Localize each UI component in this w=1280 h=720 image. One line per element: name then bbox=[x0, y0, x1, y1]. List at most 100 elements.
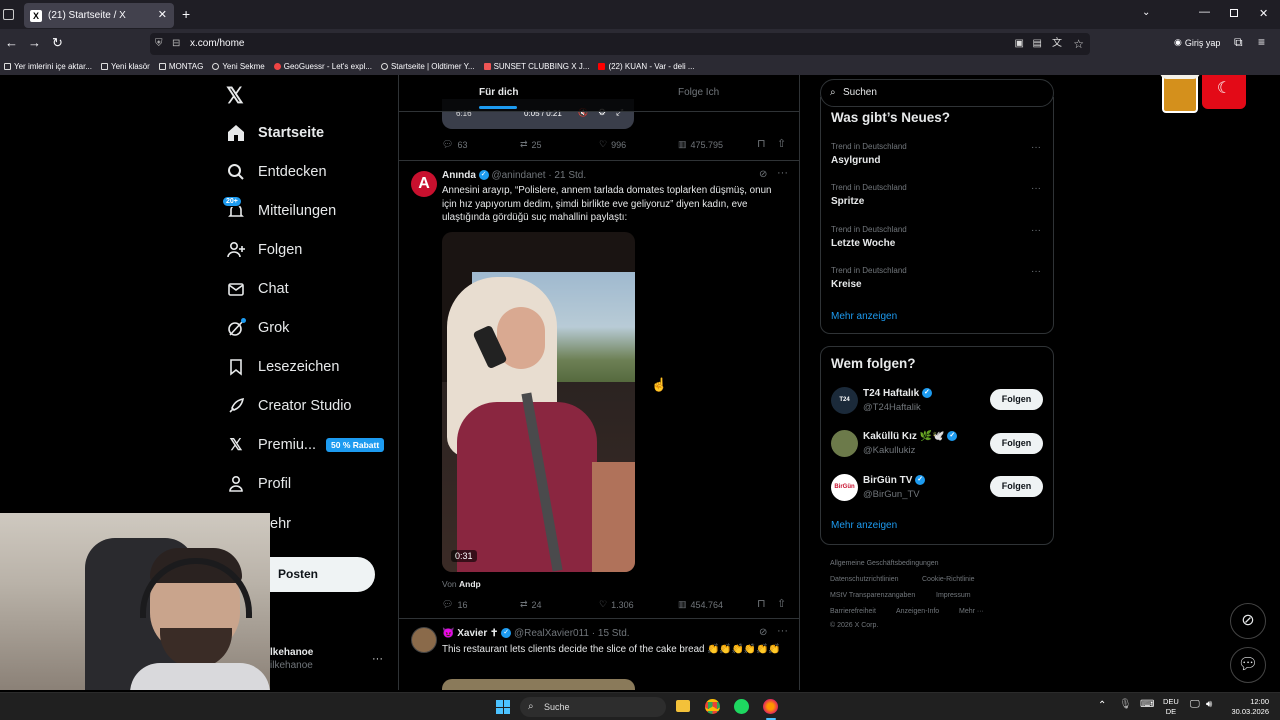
footer-link-imprint[interactable]: Impressum bbox=[936, 592, 971, 599]
trend-item[interactable]: Letzte Woche bbox=[831, 238, 895, 249]
bookmark-kuan[interactable]: (22) KUAN - Var - deli ... bbox=[598, 62, 695, 71]
reply-count[interactable]: 💬︎ 16 bbox=[442, 599, 467, 610]
chrome-icon[interactable] bbox=[705, 699, 720, 714]
view-count[interactable]: ▥ 454.764 bbox=[678, 599, 723, 610]
minimize-icon[interactable]: — bbox=[1199, 6, 1210, 18]
clock[interactable]: 12:00 30.03.2026 bbox=[1225, 697, 1269, 717]
more-dots-icon[interactable]: ··· bbox=[372, 653, 383, 665]
tab-for-you[interactable]: Für dich bbox=[479, 87, 518, 109]
bookmark-montag[interactable]: MONTAG bbox=[158, 62, 203, 71]
trend-more-icon[interactable]: ··· bbox=[1031, 225, 1041, 236]
tweet-video[interactable]: 0:31 bbox=[442, 232, 635, 572]
pip-icon[interactable]: ▣ bbox=[1015, 33, 1024, 55]
tweet-realxavier[interactable]: 😈 Xavier ✝ ✓ @RealXavier011 · 15 Std. ⊘ … bbox=[399, 619, 799, 690]
trend-item[interactable]: Asylgrund bbox=[831, 155, 880, 166]
nav-profile[interactable]: Profil bbox=[226, 474, 291, 494]
prev-repost-count[interactable]: ⇄ 25 bbox=[520, 139, 542, 150]
network-icon[interactable]: 🖵︎ bbox=[1190, 699, 1200, 710]
tweet-image[interactable] bbox=[442, 679, 635, 690]
bookmark-import[interactable]: Yer imlerini içe aktar... bbox=[4, 62, 92, 71]
bookmark-new-tab[interactable]: Yeni Sekme bbox=[212, 62, 265, 71]
nav-notifications[interactable]: 20+ Mitteilungen bbox=[222, 196, 336, 221]
volume-icon[interactable]: 🔊︎ bbox=[1206, 699, 1212, 710]
prev-like-count[interactable]: ♡ 996 bbox=[599, 139, 626, 150]
nav-more[interactable]: ehr bbox=[270, 516, 291, 532]
grok-tweet-icon[interactable]: ⊘ bbox=[759, 169, 767, 180]
repost-count[interactable]: ⇄ 24 bbox=[520, 599, 542, 610]
messages-float-button[interactable]: 💬︎ bbox=[1230, 647, 1266, 683]
follow-show-more[interactable]: Mehr anzeigen bbox=[831, 520, 897, 531]
account-switcher[interactable]: lkehanoe ilkehanoe ··· bbox=[270, 647, 385, 677]
file-explorer-icon[interactable] bbox=[676, 700, 690, 712]
star-icon[interactable]: ☆ bbox=[1073, 33, 1084, 55]
prev-reply-count[interactable]: 💬︎ 63 bbox=[442, 139, 467, 150]
nav-creator-studio[interactable]: Creator Studio bbox=[226, 396, 352, 416]
author-name[interactable]: Anında bbox=[442, 170, 476, 181]
forward-icon[interactable]: → bbox=[28, 35, 41, 50]
language-indicator[interactable]: DEU DE bbox=[1163, 697, 1179, 717]
tab-overflow-chevron-icon[interactable]: ⌄ bbox=[1142, 7, 1150, 18]
prev-view-count[interactable]: ▥ 475.795 bbox=[678, 139, 723, 150]
reload-icon[interactable]: ↻ bbox=[52, 35, 63, 51]
tweet-anindanet[interactable]: A Anında ✓ @anindanet · 21 Std. ⊘ ··· An… bbox=[399, 161, 799, 616]
nav-bookmarks[interactable]: Lesezeichen bbox=[226, 357, 339, 377]
footer-link-ads-info[interactable]: Anzeigen-Info bbox=[896, 608, 939, 615]
trend-item[interactable]: Spritze bbox=[831, 196, 864, 207]
follow-button[interactable]: Folgen bbox=[990, 389, 1043, 410]
taskbar-search[interactable]: ⌕ Suche bbox=[520, 697, 666, 717]
tweet-time[interactable]: · 15 Std. bbox=[592, 628, 630, 639]
footer-link-more[interactable]: Mehr ··· bbox=[959, 608, 984, 615]
prev-bookmark-icon[interactable]: ⊓ bbox=[757, 137, 766, 150]
follow-button[interactable]: Folgen bbox=[990, 433, 1043, 454]
footer-link-privacy[interactable]: Datenschutzrichtlinien bbox=[830, 576, 898, 583]
tray-chevron-icon[interactable]: ⌃ bbox=[1098, 700, 1106, 711]
follow-button[interactable]: Folgen bbox=[990, 476, 1043, 497]
account-button[interactable]: ◉ Giriş yap bbox=[1174, 37, 1220, 48]
microphone-icon[interactable]: 🎙︎ bbox=[1119, 699, 1132, 710]
tweet-more-icon[interactable]: ··· bbox=[777, 167, 788, 179]
nav-follow[interactable]: Folgen bbox=[226, 240, 302, 260]
trend-more-icon[interactable]: ··· bbox=[1031, 142, 1041, 153]
bookmark-sunset[interactable]: SUNSET CLUBBING X J... bbox=[483, 62, 589, 71]
trend-more-icon[interactable]: ··· bbox=[1031, 266, 1041, 277]
footer-link-terms[interactable]: Allgemeine Geschäftsbedingungen bbox=[830, 560, 939, 567]
tab-list-icon[interactable] bbox=[3, 9, 14, 20]
firefox-icon[interactable] bbox=[763, 699, 778, 714]
window-close-icon[interactable]: ✕ bbox=[1259, 7, 1268, 20]
tab-close-icon[interactable]: ✕ bbox=[158, 8, 167, 21]
prev-share-icon[interactable]: ⇧ bbox=[777, 137, 786, 150]
trends-show-more[interactable]: Mehr anzeigen bbox=[831, 311, 897, 322]
nav-chat[interactable]: Chat bbox=[226, 279, 289, 299]
like-count[interactable]: ♡ 1.306 bbox=[599, 599, 634, 610]
back-icon[interactable]: ← bbox=[5, 35, 18, 50]
bookmark-new-folder[interactable]: Yeni klasör bbox=[100, 62, 150, 71]
nav-home[interactable]: Startseite bbox=[226, 123, 324, 143]
avatar[interactable] bbox=[411, 627, 437, 653]
tab-following[interactable]: Folge Ich bbox=[678, 87, 719, 98]
footer-link-mstv[interactable]: MStV Transparenzangaben bbox=[830, 592, 915, 599]
tweet-more-icon[interactable]: ··· bbox=[777, 625, 788, 637]
windows-start-icon[interactable] bbox=[496, 700, 510, 714]
x-logo-icon[interactable]: 𝕏 bbox=[226, 83, 244, 109]
trend-item[interactable]: Kreise bbox=[831, 279, 862, 290]
bookmark-tweet-icon[interactable]: ⊓ bbox=[757, 597, 766, 610]
tweet-time[interactable]: · 21 Std. bbox=[548, 170, 586, 181]
reader-icon[interactable]: ▤ bbox=[1033, 33, 1042, 55]
post-button[interactable]: Posten bbox=[270, 557, 375, 592]
author-name[interactable]: Xavier ✝ bbox=[457, 628, 498, 639]
new-tab-icon[interactable]: + bbox=[182, 6, 190, 22]
author-handle[interactable]: @RealXavier011 bbox=[514, 628, 589, 639]
avatar[interactable]: A bbox=[411, 171, 437, 197]
nav-explore[interactable]: Entdecken bbox=[226, 162, 327, 182]
grok-float-button[interactable]: ⊘ bbox=[1230, 603, 1266, 639]
nav-premium[interactable]: 𝕏 Premiu... 50 % Rabatt bbox=[226, 435, 385, 455]
author-handle[interactable]: @anindanet bbox=[491, 170, 545, 181]
keyboard-icon[interactable]: ⌨ bbox=[1140, 699, 1154, 710]
nav-grok[interactable]: Grok bbox=[226, 318, 289, 338]
bookmark-oldtimer[interactable]: Startseite | Oldtimer Y... bbox=[380, 62, 475, 71]
spotify-icon[interactable] bbox=[734, 699, 749, 714]
translate-icon[interactable]: 文 bbox=[1052, 33, 1062, 55]
bookmark-geoguessr[interactable]: GeoGuessr - Let's expl... bbox=[273, 62, 372, 71]
address-bar[interactable]: ⛨ ⊟ x.com/home ☆ 文 ▤ ▣ bbox=[150, 33, 1090, 55]
page-info-icon[interactable]: ⊟ bbox=[172, 33, 180, 55]
